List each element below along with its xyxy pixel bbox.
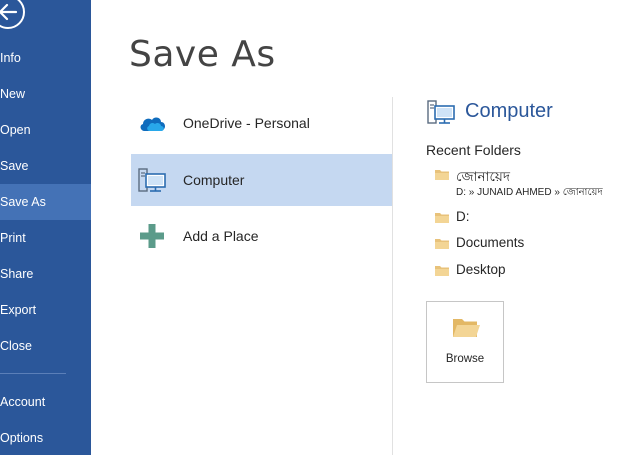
computer-icon xyxy=(138,168,166,192)
computer-header-icon xyxy=(427,100,455,124)
nav-divider xyxy=(0,373,66,374)
nav-item-options[interactable]: Options xyxy=(0,420,91,455)
place-onedrive[interactable]: OneDrive - Personal xyxy=(131,97,392,149)
nav-item-save-as[interactable]: Save As xyxy=(0,184,91,220)
folder-name: D: xyxy=(456,209,470,224)
plus-icon xyxy=(140,224,164,248)
recent-folders-heading: Recent Folders xyxy=(426,142,521,158)
place-label-onedrive: OneDrive - Personal xyxy=(183,115,310,131)
recent-folder-item[interactable]: Documents xyxy=(434,235,640,255)
nav-item-close[interactable]: Close xyxy=(0,328,91,364)
place-label-computer: Computer xyxy=(183,172,245,188)
back-arrow-icon[interactable] xyxy=(0,0,30,34)
recent-folder-item[interactable]: জোনায়েদ D: » JUNAID AHMED » জোনায়েদ xyxy=(434,166,640,202)
backstage-nav: Info New Open Save Save As Print Share E… xyxy=(0,0,91,455)
folder-path: D: » JUNAID AHMED » জোনায়েদ xyxy=(456,187,603,198)
pane-divider xyxy=(392,97,393,455)
folder-icon xyxy=(435,239,449,249)
nav-item-account[interactable]: Account xyxy=(0,384,91,420)
nav-item-info[interactable]: Info xyxy=(0,40,91,76)
nav-item-save[interactable]: Save xyxy=(0,148,91,184)
recent-folder-item[interactable]: D: xyxy=(434,209,640,229)
folder-icon xyxy=(435,170,449,180)
nav-item-new[interactable]: New xyxy=(0,76,91,112)
folder-name: Documents xyxy=(456,235,525,250)
folder-icon xyxy=(435,266,449,276)
nav-item-print[interactable]: Print xyxy=(0,220,91,256)
nav-item-share[interactable]: Share xyxy=(0,256,91,292)
recent-folder-item[interactable]: Desktop xyxy=(434,262,640,282)
place-add-a-place[interactable]: Add a Place xyxy=(131,210,392,262)
browse-button[interactable]: Browse xyxy=(426,301,504,383)
nav-item-open[interactable]: Open xyxy=(0,112,91,148)
onedrive-cloud-icon xyxy=(140,117,165,131)
folder-name: Desktop xyxy=(456,262,506,277)
folder-icon xyxy=(435,213,449,223)
nav-item-export[interactable]: Export xyxy=(0,292,91,328)
place-label-add-a-place: Add a Place xyxy=(183,228,259,244)
location-title: Computer xyxy=(465,100,553,122)
open-folder-icon xyxy=(453,319,480,337)
page-title: Save As xyxy=(129,34,276,75)
browse-label: Browse xyxy=(445,353,485,365)
place-computer[interactable]: Computer xyxy=(131,154,392,206)
